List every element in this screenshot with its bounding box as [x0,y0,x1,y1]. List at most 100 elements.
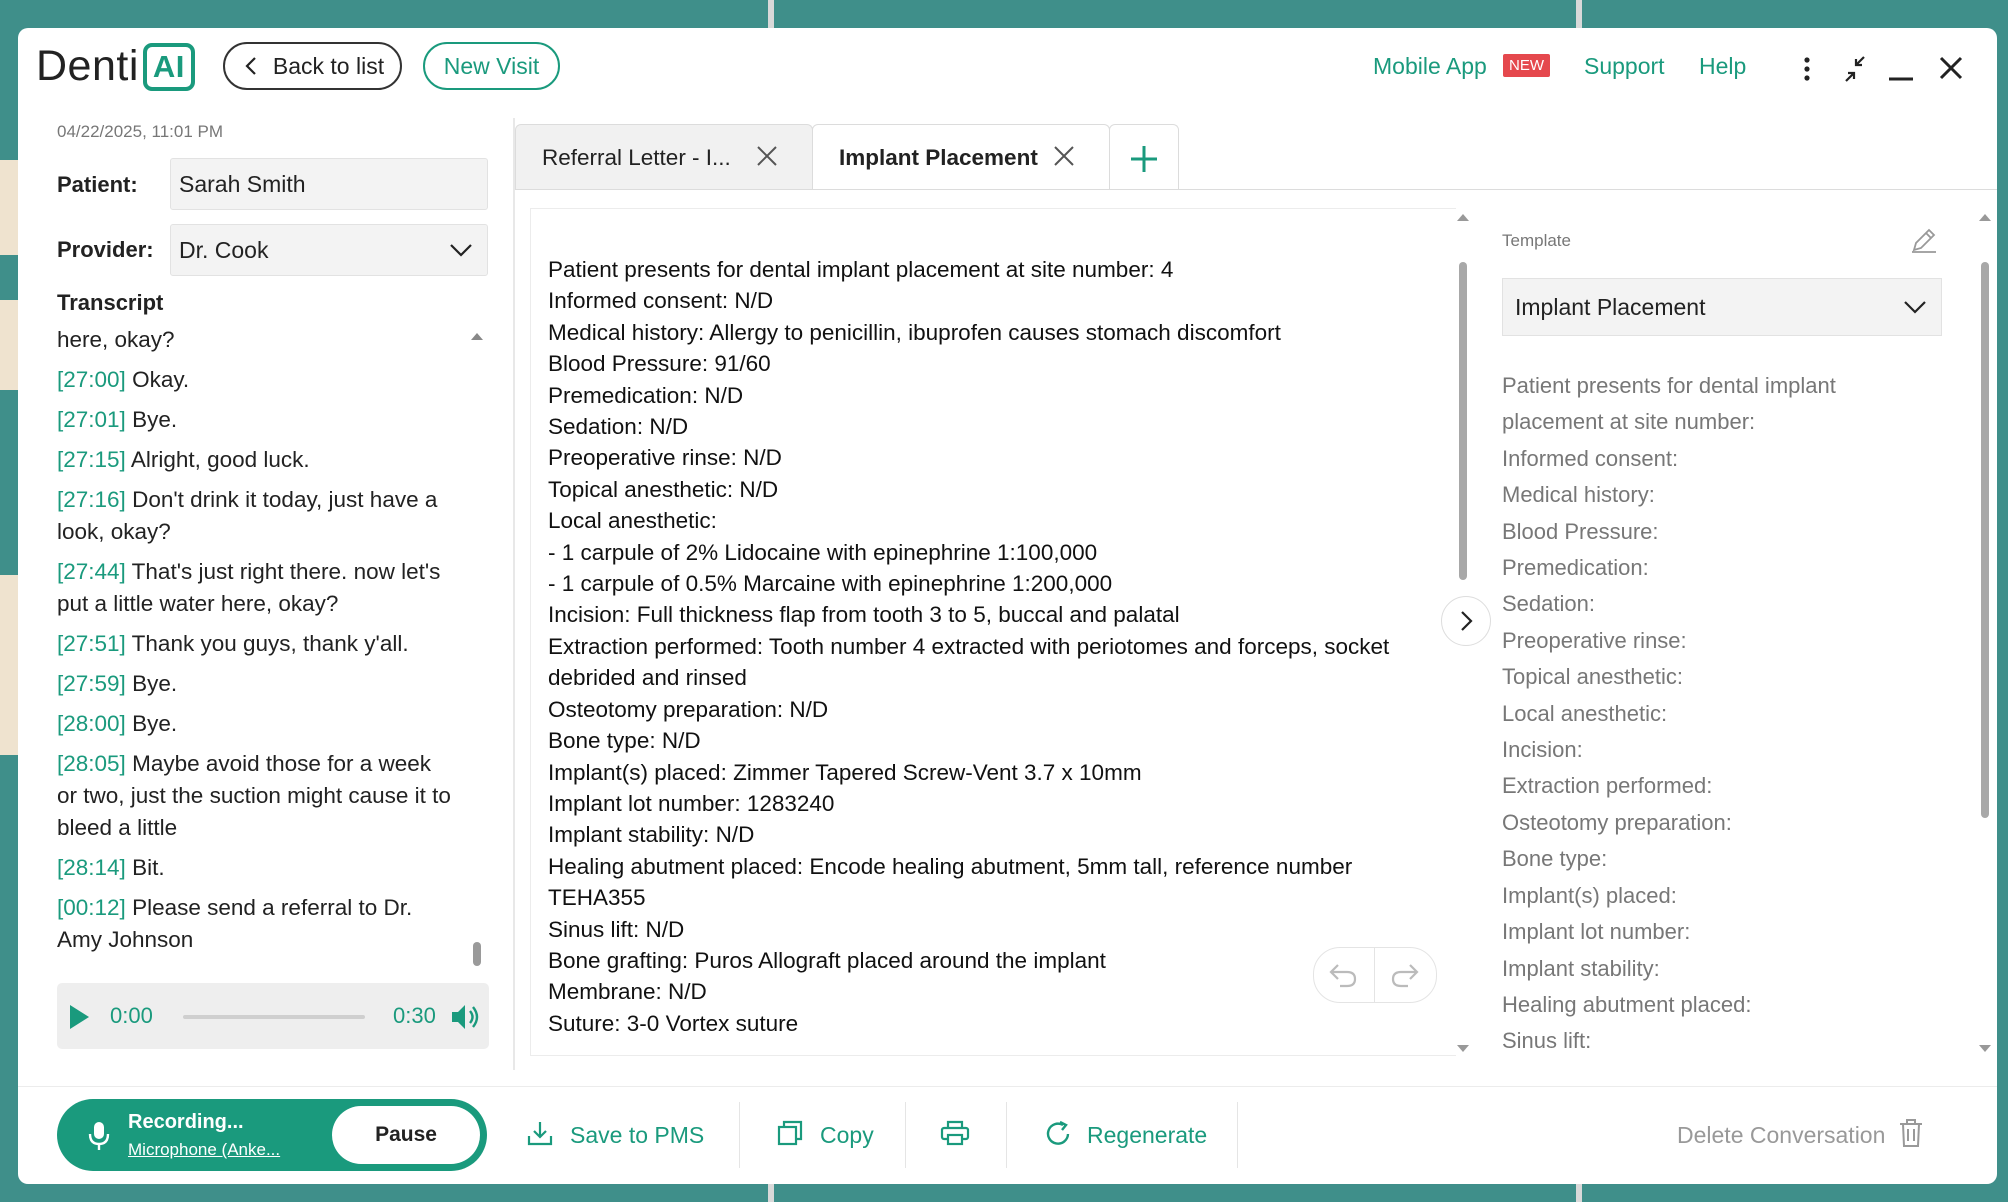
template-field: Extraction performed: [1502,773,1713,799]
note-line: Bone grafting: Puros Allograft placed ar… [548,947,1106,973]
transcript-scrollbar[interactable] [470,330,484,998]
note-line: Bone type: N/D [548,728,701,754]
minimize-icon[interactable] [1886,50,1916,90]
footer-separator [905,1102,906,1168]
redo-icon[interactable] [1390,961,1420,989]
desktop-background-window [0,300,18,390]
mobile-app-link[interactable]: Mobile App [1373,53,1487,80]
microphone-select[interactable]: Microphone (Anke... [128,1140,280,1160]
footer-separator [1006,1102,1007,1168]
tab-referral-letter[interactable]: Referral Letter - I... [515,124,813,190]
trash-icon[interactable] [1898,1118,1924,1148]
transcript-line: [27:59] Bye. [57,671,178,696]
transcript-line: [27:01] Bye. [57,407,178,432]
note-line: Sedation: N/D [548,414,689,440]
recording-status: Recording... [128,1111,244,1133]
provider-value: Dr. Cook [179,237,269,263]
note-line: Local anesthetic: [548,508,717,534]
new-visit-label: New Visit [443,52,540,79]
provider-select[interactable]: Dr. Cook [170,224,488,276]
transcript-title: Transcript [57,290,164,315]
play-icon[interactable] [67,1003,91,1031]
back-to-list-label: Back to list [272,52,385,79]
help-link[interactable]: Help [1699,53,1746,80]
note-line: Patient presents for dental implant plac… [548,257,1174,282]
collapse-icon[interactable] [1840,50,1870,90]
transcript-line: [27:51] Thank you guys, thank y'all. [57,631,409,656]
chevron-down-icon [450,244,472,257]
note-line: - 1 carpule of 2% Lidocaine with epineph… [548,539,1098,565]
app-window: Denti AI Back to list New Visit Mobile Ap… [18,28,1997,1184]
patient-label: Patient: [57,172,138,197]
note-line: Preoperative rinse: N/D [548,445,782,471]
new-visit-button[interactable]: New Visit [423,42,560,90]
desktop-background-window [0,160,18,255]
template-scrollbar[interactable] [1977,210,1993,1056]
desktop-background-window [0,575,18,755]
save-to-pms-button[interactable]: Save to PMS [570,1122,704,1149]
footer-separator [1237,1102,1238,1168]
regenerate-button[interactable]: Regenerate [1087,1122,1207,1149]
template-field: Informed consent: [1502,445,1679,471]
note-line: Suture: 3-0 Vortex suture [548,1010,799,1036]
chevron-down-icon [1904,301,1926,314]
note-line: Implant(s) placed: Zimmer Tapered Screw-… [548,759,1142,785]
audio-player: 0:00 0:30 [57,983,489,1049]
logo-ai-badge: AI [142,43,195,91]
template-field: Healing abutment placed: [1502,991,1752,1017]
audio-progress-track[interactable] [183,1015,365,1019]
chevron-left-icon [245,57,256,75]
app-logo: Denti AI [36,42,195,94]
note-line: Healing abutment placed: Encode healing … [548,853,1353,911]
tab-label: Implant Placement [839,145,1038,170]
template-field: Incision: [1502,737,1583,763]
edit-pencil-icon[interactable] [1909,225,1939,255]
template-field: Osteotomy preparation: [1502,809,1732,835]
note-line: Medical history: Allergy to penicillin, … [548,319,1281,345]
note-editor[interactable]: Patient presents for dental implant plac… [548,254,1428,1054]
close-tab-icon[interactable] [754,143,780,169]
copy-button[interactable]: Copy [820,1122,874,1149]
patient-value: Sarah Smith [179,171,306,197]
note-line: Implant lot number: 1283240 [548,790,835,816]
template-field: Bone type: [1502,846,1608,872]
note-line: - 1 carpule of 0.5% Marcaine with epinep… [548,571,1113,597]
volume-icon[interactable] [450,1002,482,1032]
audio-duration: 0:30 [393,1003,436,1028]
download-icon [527,1122,553,1146]
pause-button[interactable]: Pause [332,1106,480,1164]
new-badge: NEW [1503,54,1550,77]
transcript-line: [27:00] Okay. [57,367,190,392]
template-field: Sedation: [1502,591,1595,617]
chevron-right-icon [1461,611,1473,631]
tab-label: Referral Letter - I... [542,145,731,170]
undo-icon[interactable] [1328,961,1358,989]
delete-conversation-button[interactable]: Delete Conversation [1677,1122,1885,1149]
print-icon[interactable] [940,1119,970,1147]
footer-divider [18,1086,1997,1087]
add-tab-button[interactable] [1109,124,1179,190]
template-field: Premedication: [1502,555,1649,581]
tab-implant-placement[interactable]: Implant Placement [812,124,1110,190]
back-to-list-button[interactable]: Back to list [223,42,402,90]
template-field: Preoperative rinse: [1502,627,1687,653]
template-select[interactable]: Implant Placement [1502,278,1942,336]
toggle-template-panel-button[interactable] [1441,596,1491,646]
template-field: Medical history: [1502,482,1655,508]
note-line: Informed consent: N/D [548,288,774,314]
recording-control[interactable]: Recording... Microphone (Anke... Pause [57,1099,487,1171]
note-line: Sinus lift: N/D [548,916,685,942]
template-fields: Patient presents for dental implant plac… [1502,368,1942,1056]
support-link[interactable]: Support [1584,53,1665,80]
transcript-list[interactable]: here, okay? [27:00] Okay. [27:01] Bye. [… [57,324,452,1004]
template-selected: Implant Placement [1515,294,1706,320]
close-tab-icon[interactable] [1051,143,1077,169]
tab-bar-line [515,189,1997,190]
microphone-icon [88,1122,110,1150]
more-vertical-icon[interactable] [1797,50,1817,90]
patient-field[interactable]: Sarah Smith [170,158,488,210]
template-field: Implant(s) placed: [1502,882,1677,908]
close-icon[interactable] [1936,50,1966,90]
template-field: Patient presents for dental implant plac… [1502,373,1836,435]
transcript-line: [00:12] Please send a referral to Dr. Am… [57,895,413,952]
